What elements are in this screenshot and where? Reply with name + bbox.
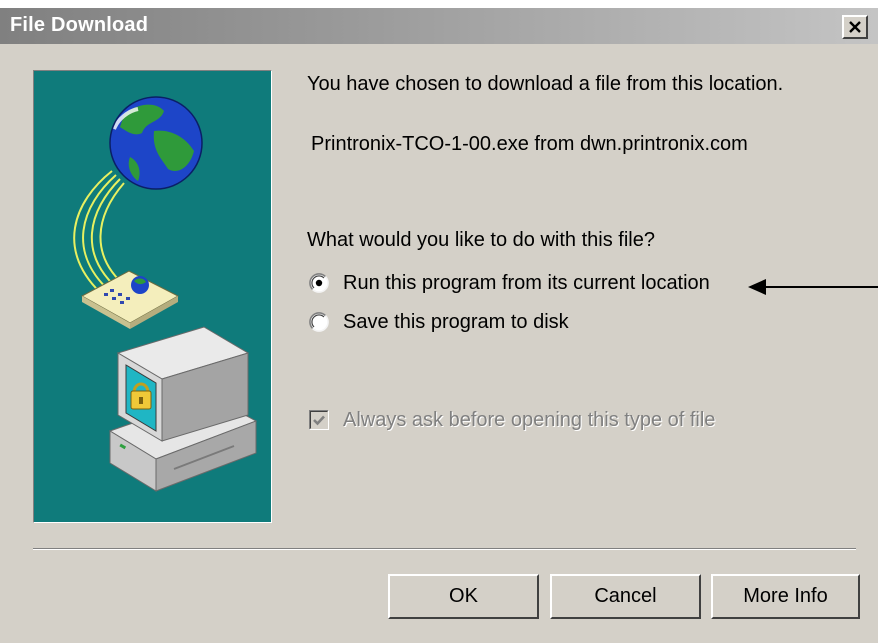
- window-title: File Download: [10, 14, 149, 36]
- cancel-button[interactable]: Cancel: [550, 574, 701, 619]
- download-location-message: You have chosen to download a file from …: [307, 73, 784, 95]
- action-question: What would you like to do with this file…: [307, 229, 655, 251]
- radio-button-unselected[interactable]: [309, 312, 329, 332]
- file-name-source: Printronix-TCO-1-00.exe from dwn.printro…: [311, 133, 748, 155]
- more-info-button[interactable]: More Info: [711, 574, 860, 619]
- file-download-dialog: File Download You have chosen to downloa…: [0, 8, 878, 643]
- always-ask-checkbox: [309, 410, 329, 430]
- separator-line: [33, 548, 856, 550]
- close-icon: [849, 21, 861, 33]
- left-arrow-icon: [748, 277, 878, 297]
- document-icon: [80, 270, 180, 329]
- save-to-disk-option[interactable]: Save this program to disk: [309, 310, 569, 334]
- always-ask-label: Always ask before opening this type of f…: [343, 409, 716, 431]
- globe-icon: [109, 96, 203, 190]
- title-bar[interactable]: File Download: [0, 8, 878, 44]
- always-ask-checkbox-row: Always ask before opening this type of f…: [309, 408, 715, 432]
- save-option-label: Save this program to disk: [343, 311, 569, 333]
- computer-icon: [108, 326, 258, 492]
- ok-button[interactable]: OK: [388, 574, 539, 619]
- close-button[interactable]: [842, 15, 868, 39]
- download-illustration: [33, 70, 272, 523]
- run-program-option[interactable]: Run this program from its current locati…: [309, 271, 710, 295]
- run-option-label: Run this program from its current locati…: [343, 272, 710, 294]
- radio-button-selected[interactable]: [309, 273, 329, 293]
